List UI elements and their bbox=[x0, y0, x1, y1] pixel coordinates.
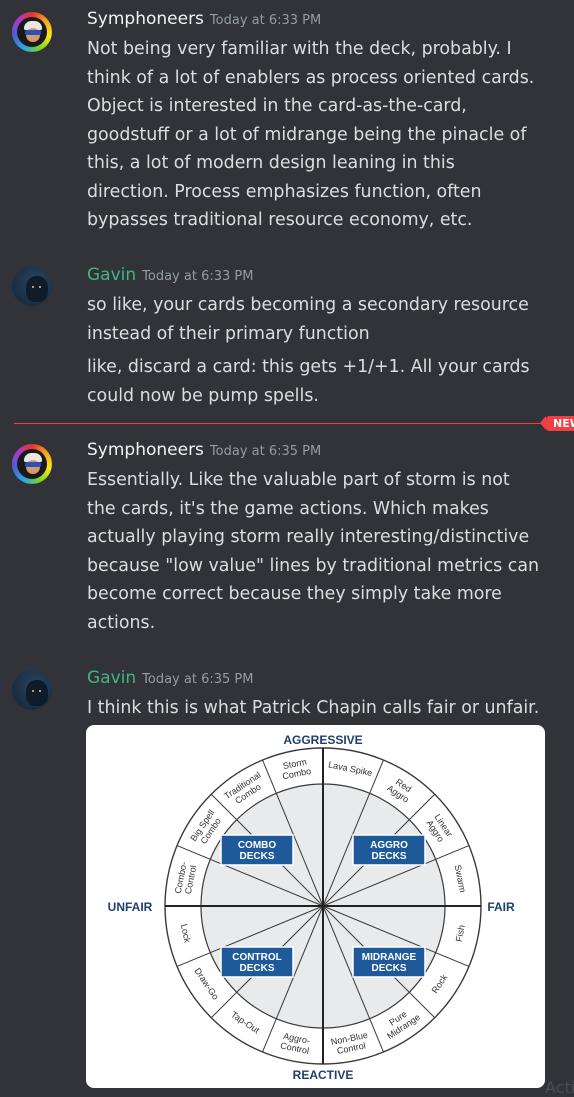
author-name[interactable]: Symphoneers bbox=[87, 9, 204, 29]
new-badge: NEW bbox=[540, 416, 574, 431]
new-messages-divider bbox=[14, 423, 574, 424]
author-name[interactable]: Gavin bbox=[87, 668, 136, 688]
quadrant-label: CONTROL bbox=[232, 952, 281, 963]
quadrant-label: AGGRO bbox=[370, 840, 408, 851]
message-line: the cards, it's the game actions. Which … bbox=[87, 498, 489, 519]
avatar-gavin[interactable] bbox=[12, 670, 52, 710]
message-line: actually playing storm really interestin… bbox=[87, 527, 530, 547]
message-header: Symphoneers Today at 6:33 PM bbox=[87, 9, 321, 29]
message-text: like, discard a card: this gets +1/+1. A… bbox=[87, 353, 557, 410]
timestamp: Today at 6:35 PM bbox=[209, 444, 322, 459]
message-line: goodstuff or a lot of midrange being the… bbox=[87, 124, 527, 145]
avatar-symphoneers[interactable] bbox=[12, 444, 52, 484]
message-line: like, discard a card: this gets +1/+1. A… bbox=[87, 357, 530, 377]
message-line: I think this is what Patrick Chapin call… bbox=[87, 698, 540, 718]
message-line: bypasses traditional resource economy, e… bbox=[87, 210, 473, 230]
message-line: this, a lot of modern design leaning in … bbox=[87, 153, 455, 173]
message-line: Essentially. Like the valuable part of s… bbox=[87, 470, 510, 490]
message-text: Essentially. Like the valuable part of s… bbox=[87, 466, 557, 637]
axis-label-right: FAIR bbox=[487, 900, 515, 914]
quadrant-label: DECKS bbox=[239, 851, 274, 862]
timestamp: Today at 6:33 PM bbox=[209, 13, 322, 28]
avatar-symphoneers[interactable] bbox=[12, 12, 52, 52]
quadrant-label: DECKS bbox=[239, 963, 274, 974]
message-header: Gavin Today at 6:33 PM bbox=[87, 265, 253, 285]
message-text: so like, your cards becoming a secondary… bbox=[87, 291, 557, 348]
message-text: I think this is what Patrick Chapin call… bbox=[87, 694, 557, 723]
message-line: Object is interested in the card-as-the-… bbox=[87, 96, 467, 116]
message-line: Not being very familiar with the deck, p… bbox=[87, 39, 512, 59]
message-line: become correct because they simply take … bbox=[87, 584, 502, 604]
message-line: think of a lot of enablers as process or… bbox=[87, 67, 535, 88]
quadrant-label: DECKS bbox=[371, 963, 406, 974]
avatar-gavin[interactable] bbox=[12, 266, 52, 306]
timestamp: Today at 6:35 PM bbox=[142, 672, 254, 687]
message-line: direction. Process emphasizes function, … bbox=[87, 181, 482, 202]
message-line: because "low value" lines by traditional… bbox=[87, 555, 540, 576]
deck-wheel-diagram: AGGRESSIVE REACTIVE UNFAIR FAIR COMBODEC… bbox=[108, 733, 515, 1082]
axis-label-left: UNFAIR bbox=[108, 900, 153, 914]
quadrant-label: MIDRANGE bbox=[362, 952, 417, 963]
author-name[interactable]: Symphoneers bbox=[87, 440, 204, 460]
message-line: so like, your cards becoming a secondary… bbox=[87, 295, 529, 315]
message-header: Symphoneers Today at 6:35 PM bbox=[87, 440, 321, 460]
timestamp: Today at 6:33 PM bbox=[142, 269, 254, 284]
axis-label-bottom: REACTIVE bbox=[293, 1068, 354, 1082]
message-text: Not being very familiar with the deck, p… bbox=[87, 35, 557, 235]
quadrant-label: COMBO bbox=[238, 840, 277, 851]
message-header: Gavin Today at 6:35 PM bbox=[87, 668, 253, 688]
image-attachment[interactable]: AGGRESSIVE REACTIVE UNFAIR FAIR COMBO DEC… bbox=[86, 725, 545, 1088]
message-line: instead of their primary function bbox=[87, 323, 370, 344]
message-line: could now be pump spells. bbox=[87, 385, 319, 406]
axis-label-top: AGGRESSIVE bbox=[283, 733, 362, 747]
activate-watermark: Acti bbox=[545, 1078, 574, 1097]
author-name[interactable]: Gavin bbox=[87, 265, 136, 285]
quadrant-label: DECKS bbox=[371, 851, 406, 862]
message-line: actions. bbox=[87, 612, 156, 633]
